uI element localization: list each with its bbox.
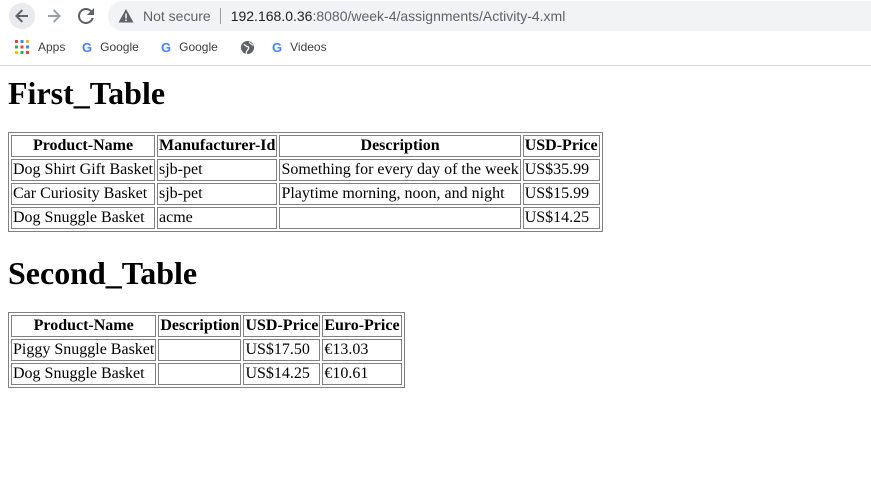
product-name-cell: Dog Snuggle Basket bbox=[11, 207, 155, 229]
description-cell: Something for every day of the week bbox=[279, 159, 521, 181]
bookmarks-bar: Apps G Google G Google G Videos bbox=[0, 32, 871, 66]
second-table-heading: Second_Table bbox=[8, 255, 198, 291]
google-icon: G bbox=[161, 39, 172, 55]
product-name-cell: Dog Shirt Gift Basket bbox=[11, 159, 155, 181]
description-cell: Playtime morning, noon, and night bbox=[279, 183, 521, 205]
google-icon: G bbox=[82, 39, 93, 55]
euro-price-cell: €13.03 bbox=[322, 339, 402, 361]
reload-icon bbox=[78, 8, 94, 24]
table-row: Dog Snuggle Basket US$14.25 €10.61 bbox=[11, 363, 402, 385]
product-name-cell: Dog Snuggle Basket bbox=[11, 363, 157, 385]
description-cell bbox=[158, 363, 242, 385]
bookmark-apps[interactable]: Apps bbox=[14, 32, 65, 62]
url-path: :8080/week-4/assignments/Activity-4.xml bbox=[312, 8, 566, 24]
apps-grid-icon bbox=[14, 39, 30, 55]
back-button[interactable] bbox=[9, 3, 35, 29]
column-header: Product-Name bbox=[11, 315, 157, 337]
security-label[interactable]: Not secure bbox=[143, 8, 211, 24]
table-row: Piggy Snuggle Basket US$17.50 €13.03 bbox=[11, 339, 402, 361]
address-bar[interactable]: Not secure 192.168.0.36:8080/week-4/assi… bbox=[108, 1, 871, 31]
table-header-row: Product-Name Manufacturer-Id Description… bbox=[11, 135, 600, 157]
column-header: Description bbox=[158, 315, 242, 337]
google-icon: G bbox=[272, 39, 283, 55]
bookmark-globe[interactable] bbox=[240, 32, 263, 62]
bookmark-google[interactable]: G Google bbox=[82, 32, 139, 62]
globe-icon bbox=[240, 40, 255, 55]
table-header-row: Product-Name Description USD-Price Euro-… bbox=[11, 315, 402, 337]
bookmark-google-2[interactable]: G Google bbox=[161, 32, 218, 62]
manufacturer-id-cell: sjb-pet bbox=[157, 159, 278, 181]
bookmark-videos[interactable]: G Videos bbox=[272, 32, 327, 62]
column-header: Euro-Price bbox=[322, 315, 402, 337]
bookmark-label: Google bbox=[100, 40, 139, 54]
usd-price-cell: US$17.50 bbox=[243, 339, 321, 361]
manufacturer-id-cell: acme bbox=[157, 207, 278, 229]
table-row: Car Curiosity Basket sjb-pet Playtime mo… bbox=[11, 183, 600, 205]
column-header: Manufacturer-Id bbox=[157, 135, 278, 157]
euro-price-cell: €10.61 bbox=[322, 363, 402, 385]
forward-button[interactable] bbox=[41, 3, 67, 29]
usd-price-cell: US$35.99 bbox=[522, 159, 600, 181]
manufacturer-id-cell: sjb-pet bbox=[157, 183, 278, 205]
product-name-cell: Piggy Snuggle Basket bbox=[11, 339, 157, 361]
table-row: Dog Shirt Gift Basket sjb-pet Something … bbox=[11, 159, 600, 181]
first-table: Product-Name Manufacturer-Id Description… bbox=[8, 132, 603, 232]
bookmark-label: Videos bbox=[290, 40, 327, 54]
column-header: USD-Price bbox=[243, 315, 321, 337]
browser-toolbar: Not secure 192.168.0.36:8080/week-4/assi… bbox=[0, 0, 871, 32]
warning-triangle-icon bbox=[118, 9, 134, 23]
bookmark-label: Apps bbox=[38, 40, 66, 54]
arrow-left-icon bbox=[15, 9, 28, 23]
table-row: Dog Snuggle Basket acme US$14.25 bbox=[11, 207, 600, 229]
second-table: Product-Name Description USD-Price Euro-… bbox=[8, 312, 405, 388]
column-header: USD-Price bbox=[522, 135, 600, 157]
bookmark-label: Google bbox=[179, 40, 218, 54]
url-host: 192.168.0.36 bbox=[230, 8, 313, 24]
description-cell bbox=[158, 339, 242, 361]
omnibox-divider bbox=[219, 8, 221, 24]
column-header: Product-Name bbox=[11, 135, 155, 157]
usd-price-cell: US$15.99 bbox=[522, 183, 600, 205]
reload-button[interactable] bbox=[73, 3, 99, 29]
first-table-heading: First_Table bbox=[8, 75, 166, 111]
usd-price-cell: US$14.25 bbox=[243, 363, 321, 385]
column-header: Description bbox=[279, 135, 521, 157]
product-name-cell: Car Curiosity Basket bbox=[11, 183, 155, 205]
usd-price-cell: US$14.25 bbox=[522, 207, 600, 229]
description-cell bbox=[279, 207, 521, 229]
arrow-right-icon bbox=[48, 9, 61, 23]
